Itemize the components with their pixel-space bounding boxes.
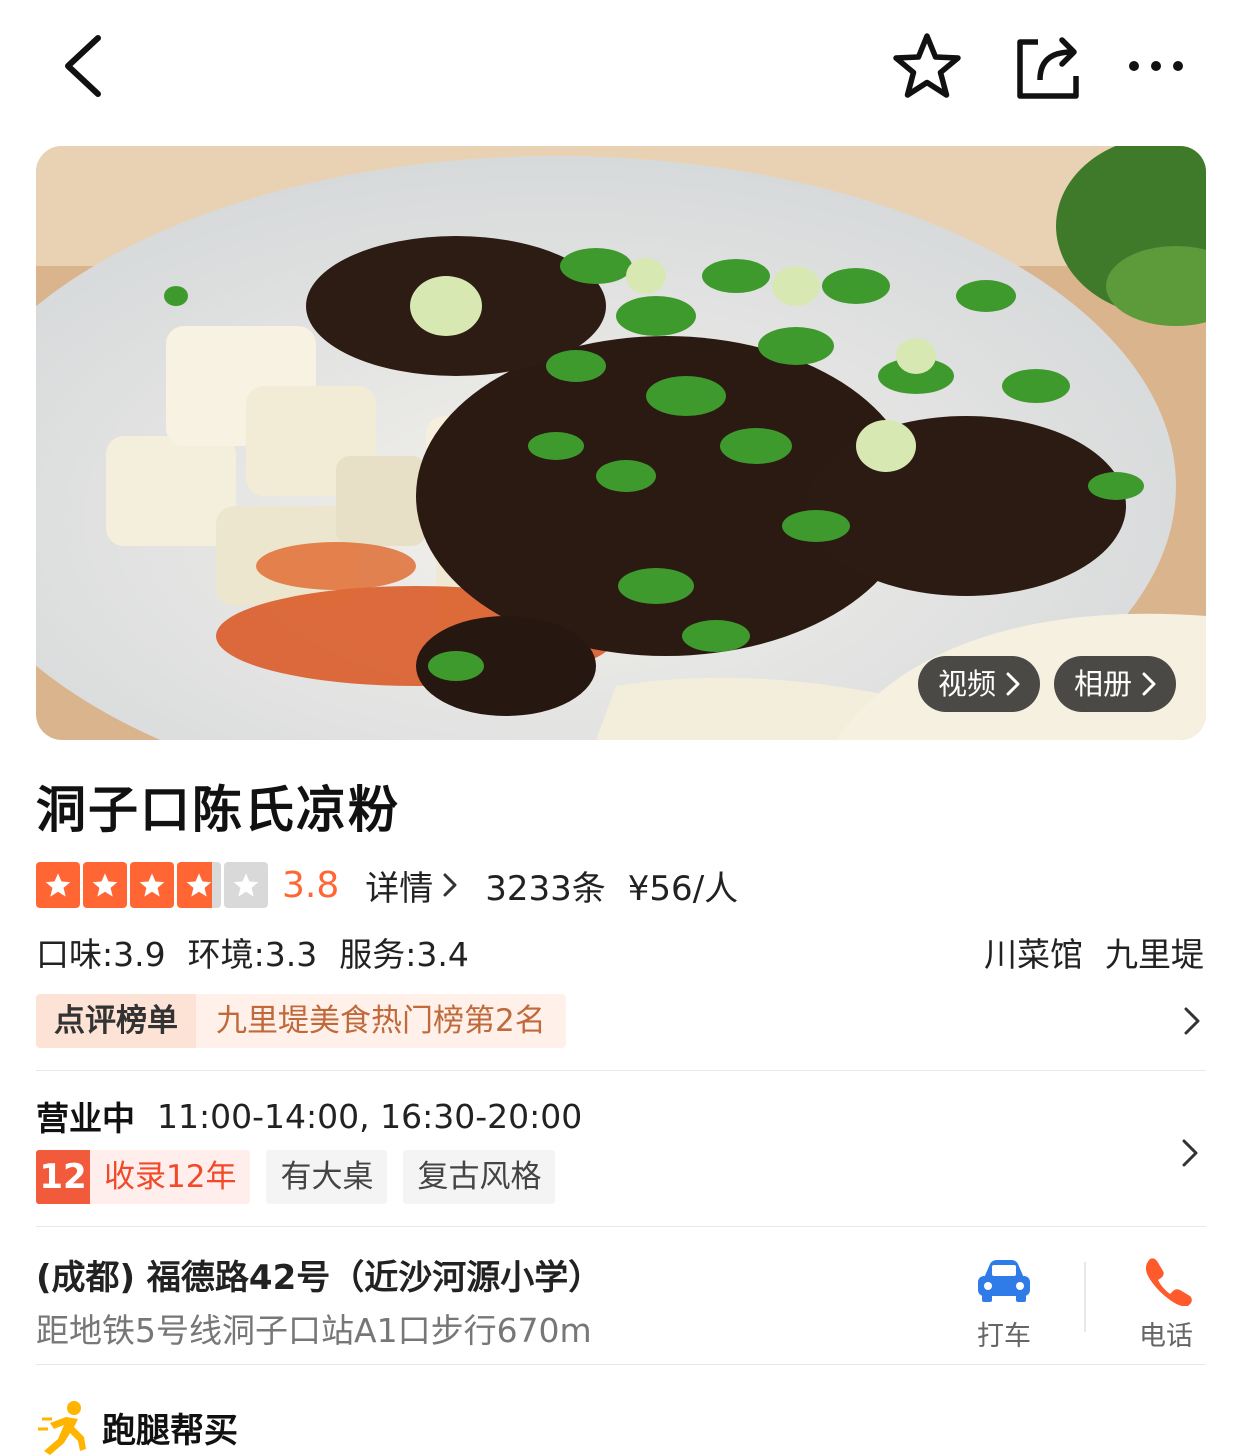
car-icon: [978, 1260, 1030, 1302]
rating-star: [130, 862, 174, 908]
more-dots-icon[interactable]: [1124, 44, 1188, 88]
divider: [36, 1070, 1206, 1071]
album-label: 相册: [1074, 667, 1133, 701]
phone-label: 电话: [1139, 1321, 1193, 1352]
taste-score: 口味:3.9: [36, 935, 166, 974]
video-label: 视频: [938, 667, 997, 701]
favorite-star-icon[interactable]: [888, 30, 966, 102]
star-rating: [36, 862, 268, 908]
hero-photo[interactable]: 视频 相册: [36, 146, 1206, 740]
rank-badge: 点评榜单: [36, 994, 196, 1048]
shop-name: 洞子口陈氏凉粉: [36, 781, 400, 839]
divider: [1084, 1262, 1086, 1332]
divider: [36, 1226, 1206, 1227]
rating-row: 3.8 详情 3233条 ¥56/人: [36, 860, 738, 910]
opening-times: 11:00-14:00, 16:30-20:00: [157, 1096, 583, 1136]
divider: [36, 1364, 1206, 1365]
sub-scores: 口味:3.9 环境:3.3 服务:3.4: [36, 928, 469, 976]
taxi-label: 打车: [977, 1321, 1031, 1352]
star-icon: [45, 873, 71, 897]
star-icon: [186, 873, 212, 897]
star-icon: [92, 873, 118, 897]
star-icon: [139, 873, 165, 897]
tag-item: 复古风格: [403, 1150, 556, 1204]
album-button[interactable]: 相册: [1054, 656, 1177, 712]
back-icon[interactable]: [56, 30, 116, 102]
service-score: 服务:3.4: [339, 935, 469, 974]
price-per-person: ¥56/人: [627, 868, 739, 909]
rank-banner[interactable]: 点评榜单 九里堤美食热门榜第2名: [36, 994, 566, 1048]
years-text: 收录12年: [104, 1159, 237, 1195]
rating-star: [83, 862, 127, 908]
years-number: 12: [36, 1150, 90, 1204]
errand-section[interactable]: 跑腿帮买: [36, 1398, 238, 1456]
shop-tags: 12 收录12年 有大桌 复古风格: [36, 1150, 556, 1204]
video-button[interactable]: 视频: [918, 656, 1041, 712]
chevron-right-icon: [1142, 672, 1156, 696]
rating-score: 3.8: [282, 864, 340, 906]
rating-star: [177, 862, 221, 908]
rating-detail-link[interactable]: 详情: [365, 861, 459, 910]
listed-years-tag: 12 收录12年: [36, 1150, 251, 1204]
rank-text: 九里堤美食热门榜第2名: [196, 994, 566, 1048]
top-bar: [0, 0, 1242, 130]
detail-label: 详情: [365, 868, 434, 909]
category[interactable]: 川菜馆: [984, 928, 1083, 976]
chevron-right-icon: [1006, 672, 1020, 696]
phone-button[interactable]: 电话: [1126, 1256, 1206, 1353]
chevron-right-icon: [443, 873, 457, 897]
dish-photo: [36, 146, 1206, 740]
star-icon: [233, 873, 259, 897]
taxi-button[interactable]: 打车: [964, 1256, 1044, 1353]
review-count[interactable]: 3233条: [485, 861, 606, 910]
metro-distance: 距地铁5号线洞子口站A1口步行670m: [36, 1311, 592, 1350]
address-line[interactable]: (成都) 福德路42号（近沙河源小学）: [36, 1250, 602, 1299]
chevron-right-icon[interactable]: [1182, 1004, 1202, 1038]
chevron-right-icon[interactable]: [1180, 1136, 1200, 1170]
area[interactable]: 九里堤: [1105, 928, 1204, 976]
errand-label: 跑腿帮买: [102, 1410, 238, 1451]
open-status: 营业中: [36, 1099, 135, 1138]
environment-score: 环境:3.3: [187, 935, 318, 974]
phone-icon: [1145, 1258, 1192, 1306]
category-area: 川菜馆 九里堤: [984, 928, 1204, 976]
share-icon[interactable]: [1010, 30, 1086, 102]
running-person-icon: [38, 1401, 86, 1455]
rating-star: [224, 862, 268, 908]
tag-item: 有大桌: [266, 1150, 388, 1204]
rating-star: [36, 862, 80, 908]
business-hours[interactable]: 营业中 11:00-14:00, 16:30-20:00: [36, 1092, 582, 1140]
